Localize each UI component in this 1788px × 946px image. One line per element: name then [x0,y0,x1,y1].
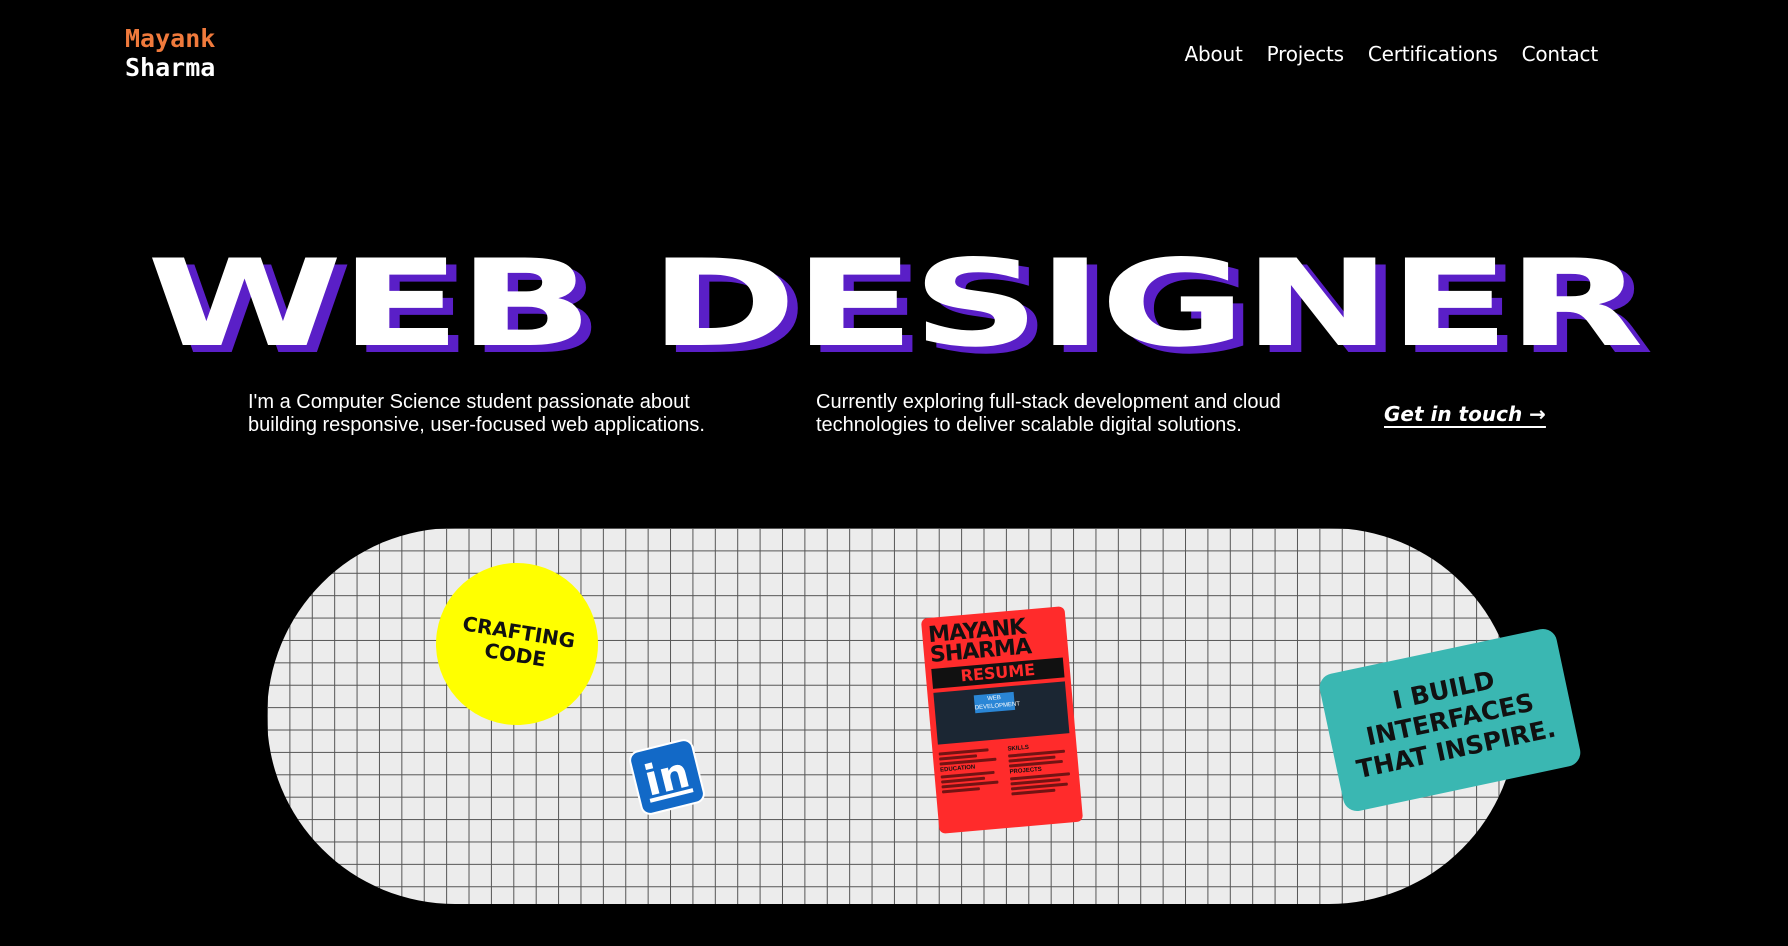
get-in-touch-link[interactable]: Get in touch → [1384,402,1546,426]
hero-title: WEB DESIGNER [146,235,1644,374]
tagline-text: I BUILD INTERFACES THAT INSPIRE. [1353,665,1559,785]
intro-text-right: Currently exploring full-stack developme… [816,391,1281,436]
intro-text-left: I'm a Computer Science student passionat… [248,391,705,436]
resume-columns: EDUCATION SKILLS PROJECTS [938,739,1074,801]
resume-column-left: EDUCATION [938,745,1005,801]
brand-last-name: Sharma [125,53,216,82]
brand-logo[interactable]: Mayank Sharma [125,24,215,82]
main-nav: About Projects Certifications Contact [1185,42,1599,66]
hero-section: WEB DESIGNER [0,240,1788,370]
crafting-code-text: CRAFTING CODE [460,611,577,672]
brand-first-name: Mayank [125,24,216,53]
nav-contact[interactable]: Contact [1522,42,1599,66]
nav-projects[interactable]: Projects [1267,42,1344,66]
resume-screen-text: WEB DEVELOPMENT [973,691,1020,714]
resume-column-right: SKILLS PROJECTS [1007,739,1074,796]
resume-photo: WEB DEVELOPMENT [933,681,1070,745]
nav-about[interactable]: About [1185,42,1243,66]
resume-card[interactable]: MAYANK SHARMA RESUME WEB DEVELOPMENT EDU… [920,606,1084,834]
linkedin-label: in [639,747,695,806]
nav-certifications[interactable]: Certifications [1368,42,1498,66]
